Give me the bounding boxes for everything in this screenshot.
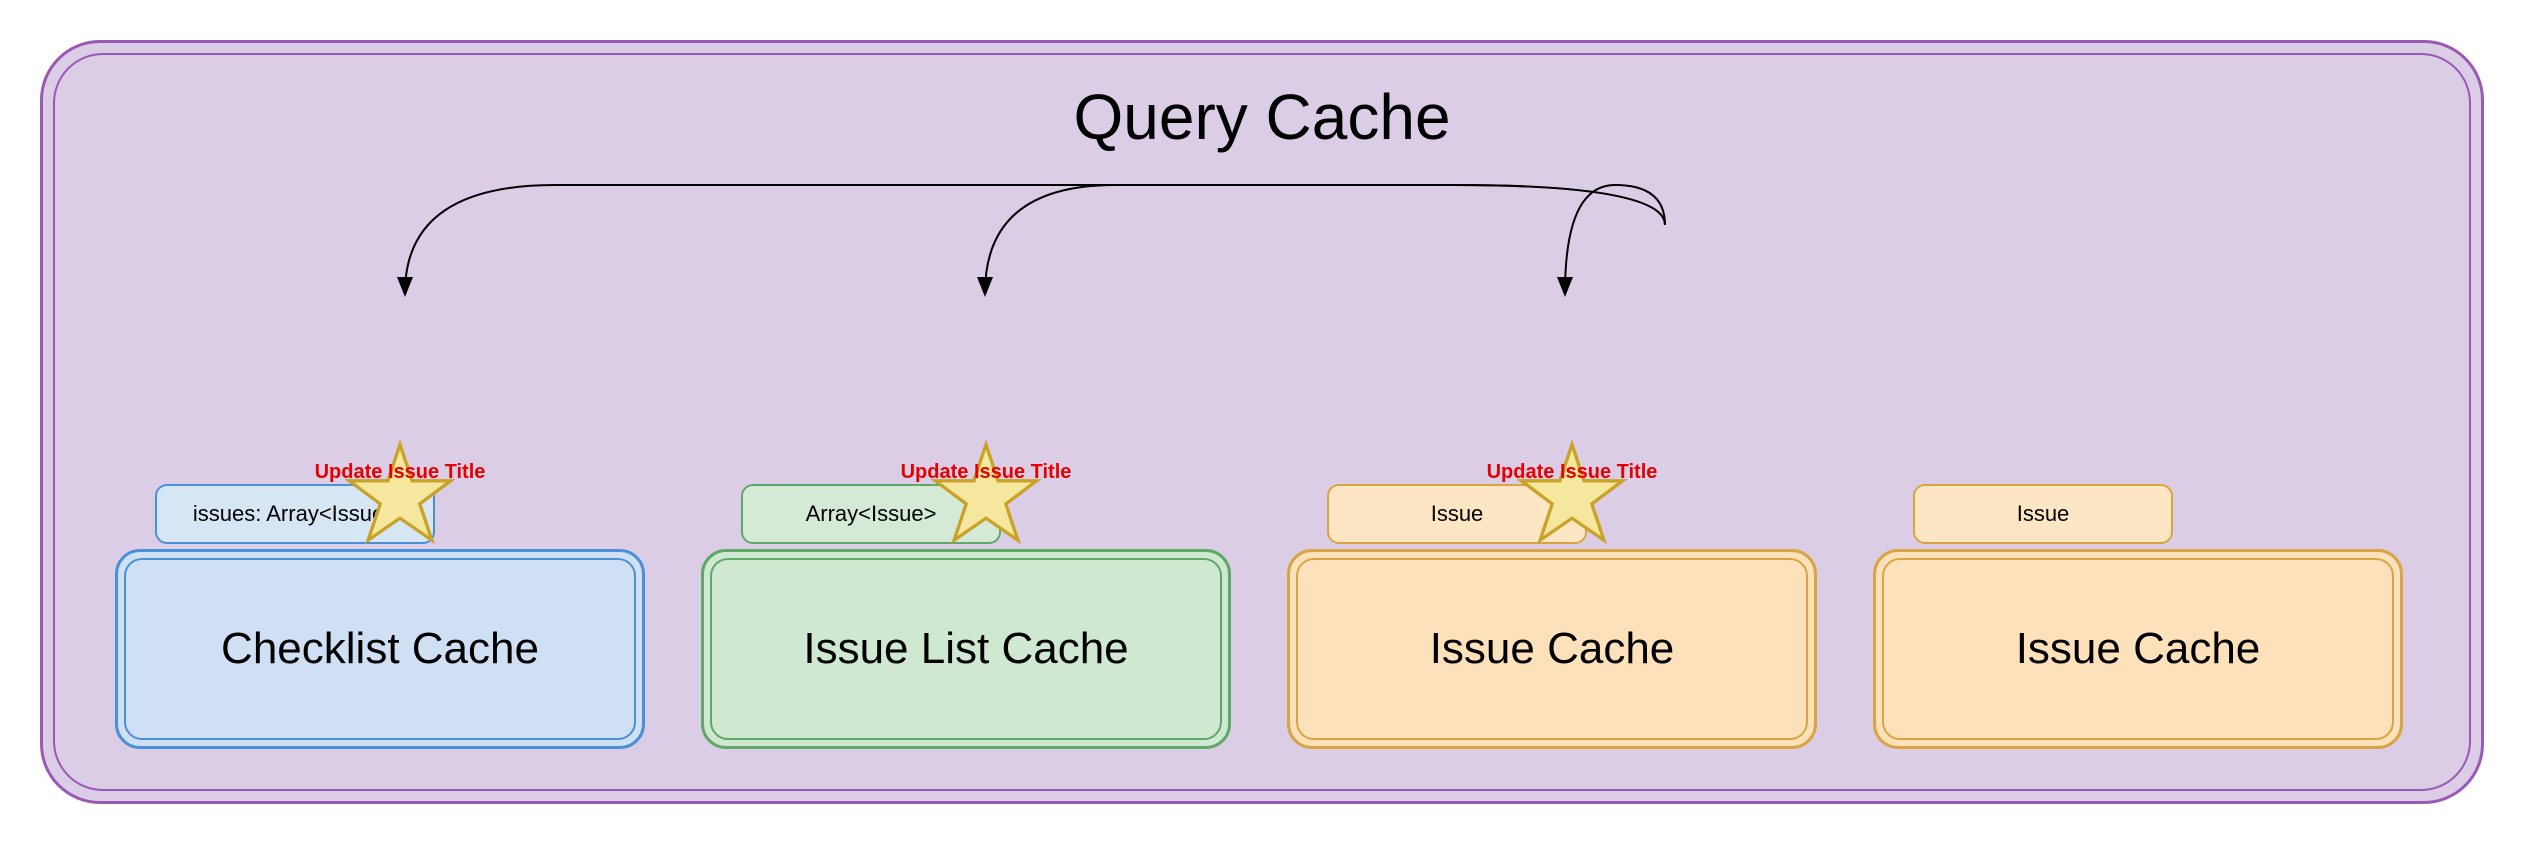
issue-cache-1-box: Issue Cache <box>1287 549 1817 749</box>
issue-list-cache-label: Issue List Cache <box>710 558 1222 740</box>
issue-cache-2-box: Issue Cache <box>1873 549 2403 749</box>
star-icon: Update Issue Title <box>1517 439 1627 549</box>
issue-cache-1-label: Issue Cache <box>1296 558 1808 740</box>
issue-cache-2-group: Issue Issue Cache <box>1873 549 2409 749</box>
caches-row: Update Issue Title issues: Array<Issue> … <box>115 549 2409 749</box>
checklist-cache-box: Checklist Cache <box>115 549 645 749</box>
query-cache-inner: Query Cache Update Issue Title issues: A <box>53 53 2471 791</box>
issue-cache-2-label: Issue Cache <box>1882 558 2394 740</box>
issue-list-cache-box: Issue List Cache <box>701 549 1231 749</box>
star-label: Update Issue Title <box>315 461 486 484</box>
star-label: Update Issue Title <box>901 461 1072 484</box>
diagram-title: Query Cache <box>1073 80 1450 154</box>
issue-list-cache-group: Update Issue Title Array<Issue> Issue Li… <box>701 549 1237 749</box>
issue-cache-1-group: Update Issue Title Issue Issue Cache <box>1287 549 1823 749</box>
checklist-cache-label: Checklist Cache <box>124 558 636 740</box>
query-cache-container: Query Cache Update Issue Title issues: A <box>40 40 2484 804</box>
star-label: Update Issue Title <box>1487 461 1658 484</box>
star-icon: Update Issue Title <box>345 439 455 549</box>
checklist-cache-group: Update Issue Title issues: Array<Issue> … <box>115 549 651 749</box>
issue-cache-2-type-label: Issue <box>1913 484 2173 544</box>
star-icon: Update Issue Title <box>931 439 1041 549</box>
